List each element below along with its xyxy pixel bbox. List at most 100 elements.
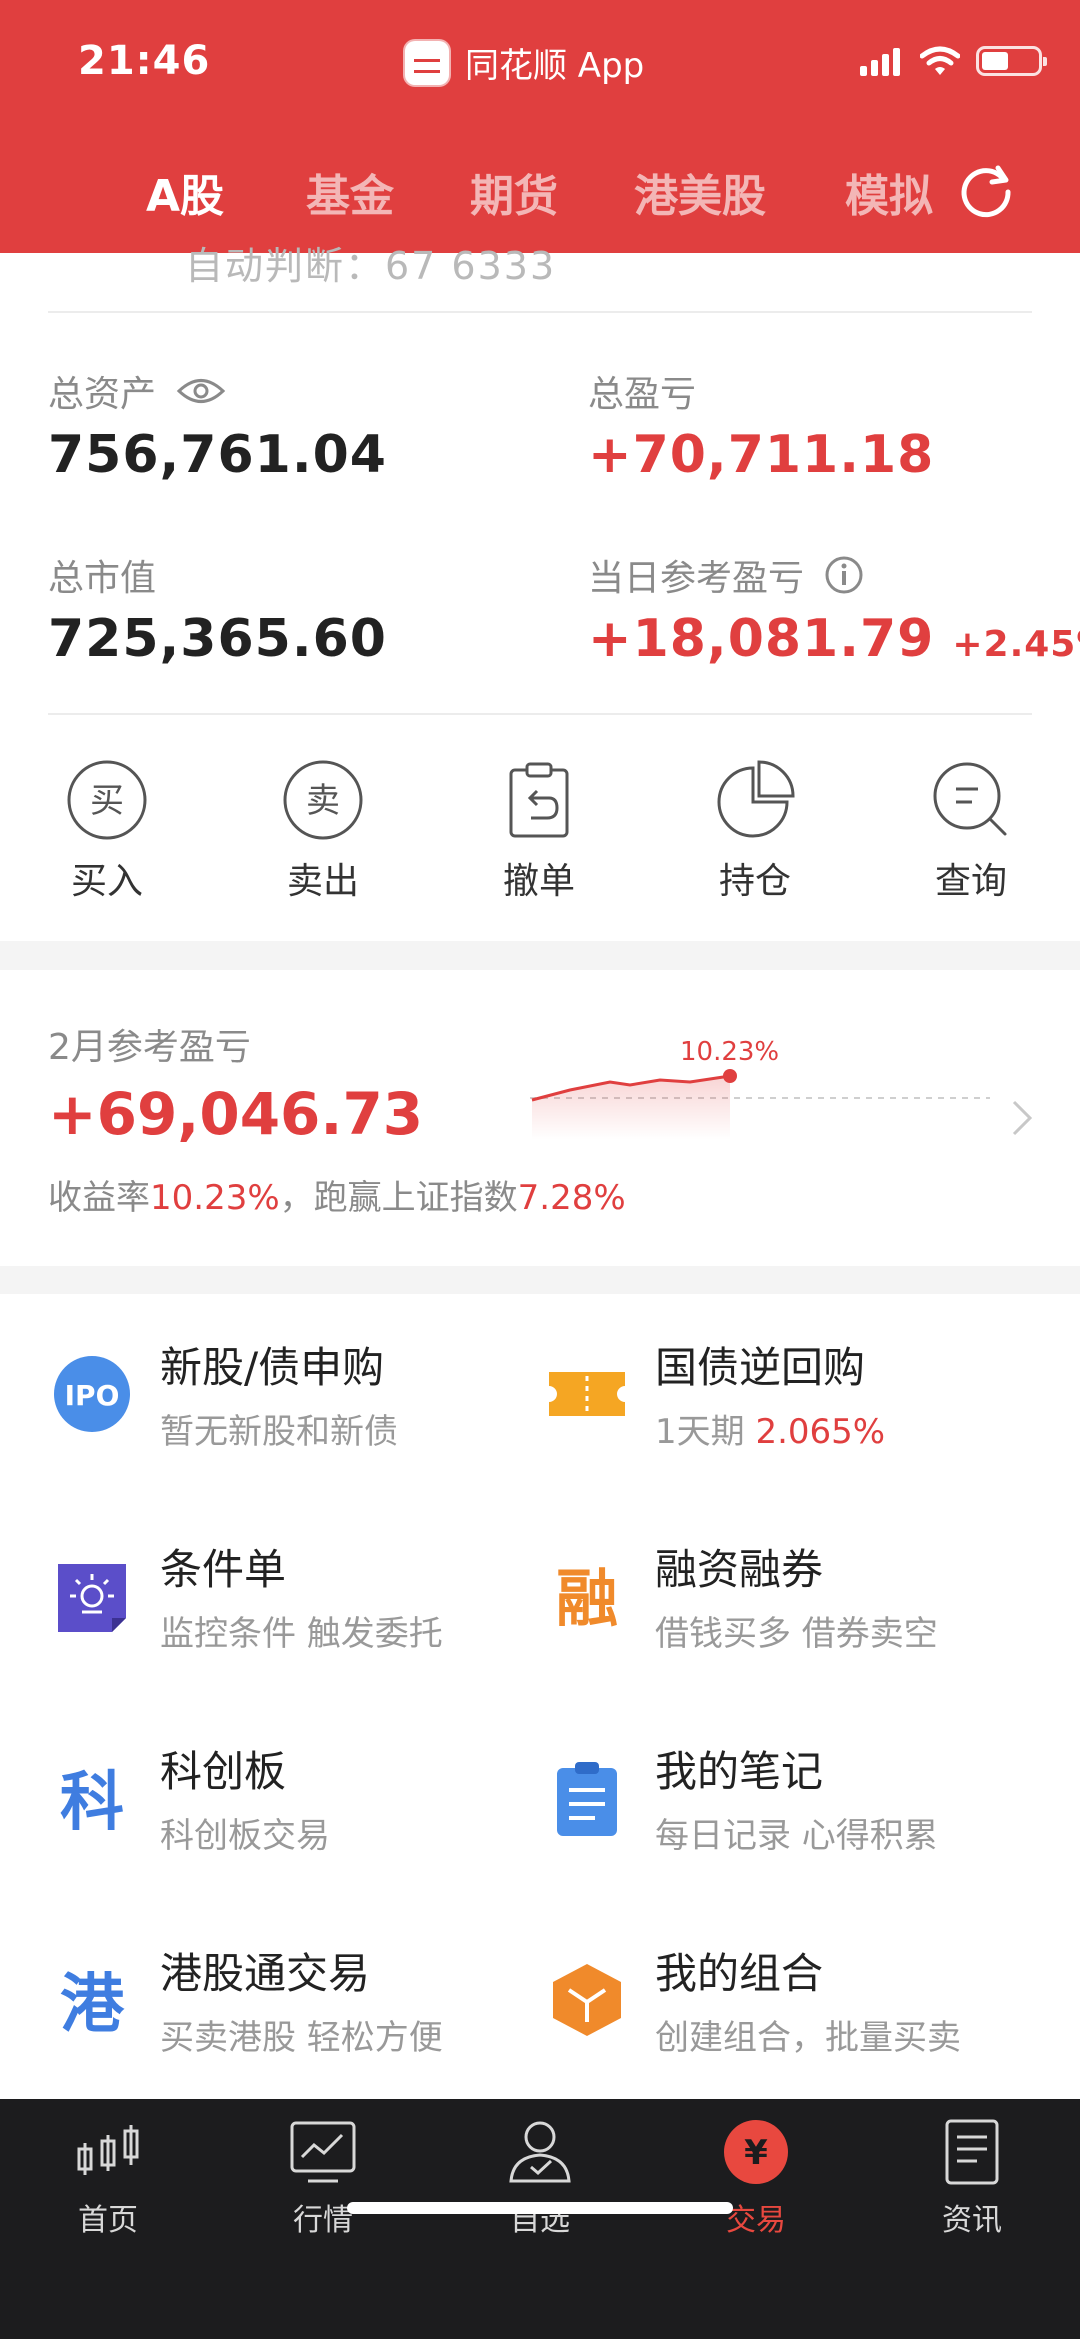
feature-title: 我的笔记	[655, 1747, 824, 1796]
my-notes-item[interactable]: 我的笔记 每日记录 心得积累	[547, 1738, 1047, 1878]
feature-grid: IPO 新股/债申购 暂无新股和新债 国债逆回购 1天期 2.065% 条件单 …	[0, 1294, 1080, 2099]
monthly-pnl-card[interactable]: 2月参考盈亏 +69,046.73 收益率10.23%，跑赢上证指数7.28% …	[0, 970, 1080, 1266]
buy-icon: 买	[67, 760, 147, 840]
news-doc-icon	[945, 2119, 999, 2185]
daily-pnl-label: 当日参考盈亏	[588, 549, 864, 601]
info-icon[interactable]	[824, 555, 864, 595]
monthly-return-line: 收益率10.23%，跑赢上证指数7.28%	[48, 1178, 626, 1218]
buy-button[interactable]: 买 买入	[32, 758, 182, 904]
feature-subtitle: 科创板交易	[160, 1816, 330, 1856]
scrolled-peek-text: 自动判断：67 6333	[185, 244, 557, 288]
search-icon	[933, 762, 1007, 836]
trend-peak-label: 10.23%	[680, 1037, 779, 1067]
position-pie-icon	[717, 760, 795, 838]
my-portfolio-item[interactable]: 我的组合 创建组合，批量买卖	[547, 1940, 1047, 2080]
home-candles-icon	[77, 2125, 139, 2175]
market-value-value: 725,365.60	[48, 609, 387, 669]
sell-button[interactable]: 卖 卖出	[248, 758, 398, 904]
market-chart-icon	[290, 2121, 356, 2183]
battery-icon	[976, 46, 1047, 76]
feature-title: 融资融券	[655, 1545, 824, 1594]
daily-pnl-percent: +2.45%	[952, 624, 1080, 665]
ticket-icon	[549, 1372, 625, 1416]
market-value-label: 总市值	[48, 558, 157, 599]
refresh-icon[interactable]	[958, 162, 1014, 218]
divider	[48, 713, 1032, 715]
daily-pnl-value: +18,081.79	[588, 609, 935, 669]
cancel-order-button[interactable]: 撤单	[464, 758, 614, 904]
query-button[interactable]: 查询	[896, 758, 1046, 904]
tab-simulation[interactable]: 模拟	[845, 160, 933, 224]
svg-text:¥: ¥	[744, 2133, 768, 2173]
eye-icon[interactable]	[176, 376, 226, 406]
feature-subtitle: 买卖港股 轻松方便	[160, 2018, 443, 2058]
cancel-order-icon	[509, 762, 569, 838]
tab-futures[interactable]: 期货	[470, 160, 558, 224]
status-app-indicator[interactable]: 同花顺 App	[405, 38, 644, 87]
status-time: 21:46	[78, 38, 211, 84]
daily-pnl-row: +18,081.79 +2.45%	[588, 609, 1080, 669]
total-assets-label: 总资产	[48, 365, 226, 417]
nav-market[interactable]: 行情	[253, 2117, 393, 2239]
star-market-item[interactable]: 科 科创板 科创板交易	[52, 1738, 552, 1878]
trend-peak-point	[723, 1069, 737, 1083]
hk-connect-icon: 港	[60, 1968, 125, 2040]
ipo-icon: IPO	[54, 1356, 130, 1432]
total-assets-value: 756,761.04	[48, 425, 387, 485]
cellular-signal-icon	[860, 46, 904, 76]
feature-subtitle: 暂无新股和新债	[160, 1412, 398, 1452]
index-return-rate: 7.28%	[517, 1178, 626, 1218]
margin-icon: 融	[556, 1562, 618, 1635]
notes-clipboard-icon	[557, 1762, 617, 1836]
chevron-right-icon[interactable]	[1010, 1098, 1034, 1138]
nav-news[interactable]: 资讯	[902, 2117, 1042, 2239]
status-app-name: 同花顺 App	[465, 46, 645, 86]
monthly-pnl-value: +69,046.73	[48, 1080, 424, 1148]
nav-watchlist[interactable]: 自选	[470, 2117, 610, 2239]
condition-order-item[interactable]: 条件单 监控条件 触发委托	[52, 1536, 552, 1676]
ipo-subscription-item[interactable]: IPO 新股/债申购 暂无新股和新债	[52, 1334, 552, 1474]
feature-subtitle: 1天期 2.065%	[655, 1412, 886, 1452]
tab-funds[interactable]: 基金	[306, 160, 394, 224]
total-pnl-label: 总盈亏	[588, 374, 697, 415]
market-tabs: A股 基金 期货 港美股 模拟	[0, 160, 1080, 222]
nav-home[interactable]: 首页	[38, 2117, 178, 2239]
repo-rate: 2.065%	[755, 1412, 886, 1452]
svg-text:港: 港	[60, 1968, 125, 2040]
feature-title: 国债逆回购	[655, 1343, 866, 1392]
svg-text:买: 买	[90, 781, 124, 821]
feature-title: 港股通交易	[160, 1949, 371, 1998]
feature-title: 条件单	[160, 1545, 287, 1594]
return-rate: 10.23%	[150, 1178, 280, 1218]
hk-connect-item[interactable]: 港 港股通交易 买卖港股 轻松方便	[52, 1940, 552, 2080]
feature-subtitle: 创建组合，批量买卖	[655, 2018, 961, 2058]
wifi-icon	[920, 46, 960, 75]
home-indicator[interactable]	[347, 2202, 733, 2214]
svg-text:科: 科	[60, 1766, 124, 1838]
tab-a-shares[interactable]: A股	[146, 160, 224, 224]
watchlist-user-icon	[509, 2121, 571, 2183]
reverse-repo-item[interactable]: 国债逆回购 1天期 2.065%	[547, 1334, 1047, 1474]
sell-icon: 卖	[283, 760, 363, 840]
monthly-pnl-label: 2月参考盈亏	[48, 1027, 251, 1068]
feature-subtitle: 监控条件 触发委托	[160, 1614, 443, 1654]
trade-yuan-icon: ¥	[724, 2120, 788, 2184]
app-logo-icon	[405, 40, 449, 85]
tab-hk-us[interactable]: 港美股	[634, 160, 766, 224]
svg-text:卖: 卖	[306, 781, 340, 821]
svg-text:IPO: IPO	[65, 1379, 120, 1412]
bottom-nav: 首页 行情 自选 ¥ 交易 资讯	[0, 2099, 1080, 2339]
margin-trading-item[interactable]: 融 融资融券 借钱买多 借券卖空	[547, 1536, 1047, 1676]
divider	[48, 311, 1032, 313]
star-market-icon: 科	[60, 1766, 124, 1838]
portfolio-box-icon	[553, 1964, 621, 2036]
positions-button[interactable]: 持仓	[680, 758, 830, 904]
header: 21:46 同花顺 App A股 基金 期货 港美股 模拟	[0, 0, 1080, 253]
nav-trade[interactable]: ¥ 交易	[686, 2117, 826, 2239]
svg-text:融: 融	[556, 1562, 618, 1635]
feature-subtitle: 借钱买多 借券卖空	[655, 1614, 938, 1654]
quick-actions: 买 买入 卖 卖出 撤单 持仓 查询	[0, 758, 1080, 908]
feature-title: 新股/债申购	[160, 1343, 385, 1392]
feature-subtitle: 每日记录 心得积累	[655, 1816, 938, 1856]
condition-order-icon	[58, 1564, 126, 1632]
